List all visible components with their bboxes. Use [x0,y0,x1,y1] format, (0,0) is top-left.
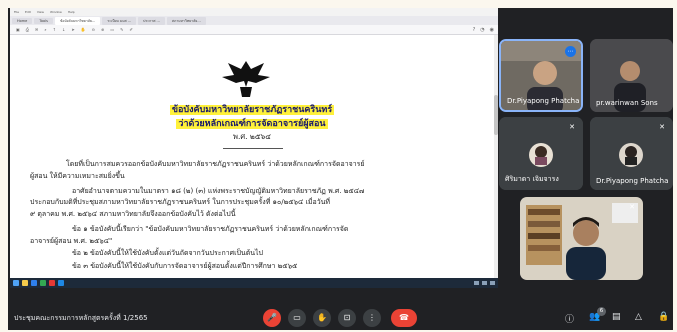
tab-document[interactable]: ประกาศ ... [138,16,165,25]
camera-toggle-button[interactable]: ▭ [288,309,306,327]
people-count-badge: 6 [597,307,606,316]
word-icon[interactable] [58,280,64,286]
activities-icon[interactable]: △ [635,312,642,322]
mic-off-icon: ✕ [569,123,575,131]
self-view-tile[interactable]: ✕ [520,197,643,280]
present-button[interactable]: ⊡ [338,309,356,327]
paragraph-line: อาศัยอำนาจตามความในมาตรา ๑๘ (๒) (๓) แห่ง… [72,187,365,195]
toolbar-right: ? ◔ ◉ [473,27,494,33]
tab-document[interactable]: สภามหาวิทยาลัย... [166,16,206,25]
sign-icon[interactable]: ✐ [130,27,133,32]
pdf-toolbar: ▣ ⎙ ✉ ⌕ ↑ ↓ ➤ ✋ ⊖ ⊕ ▭ ✎ ✐ ? ◔ ◉ [10,25,498,35]
system-tray [474,281,495,285]
email-icon[interactable]: ✉ [35,27,38,32]
document-subtitle: ว่าด้วยหลักเกณฑ์การจัดอาจารย์ผู้สอน [176,119,328,129]
shared-screen: File Edit View Window Help Home Tools ข้… [10,8,498,288]
participant-name: ศิริมาดา เจิมจารง [505,175,559,183]
participant-tile[interactable]: ⋯ Dr.Piyapong Phatcha [499,39,583,112]
participant-tile[interactable]: ✕ Dr.Piyapong Phatcha [590,117,673,190]
edge-icon[interactable] [31,280,37,286]
chat-icon[interactable]: ▤ [612,312,621,322]
call-controls: ประชุมคณะกรรมการหลักสูตรครั้งที่ 1/2565 … [8,306,673,330]
document-tabs: Home Tools ข้อบังคับมหาวิทยาลัย... ระเบี… [10,16,498,25]
tab-document[interactable]: ระเบียบ มมส ... [102,16,137,25]
title-divider [223,148,283,149]
file-explorer-icon[interactable] [22,280,28,286]
vertical-scrollbar[interactable] [494,35,498,278]
tab-home[interactable]: Home [12,17,33,24]
windows-taskbar [10,278,498,288]
meet-window: File Edit View Window Help Home Tools ข้… [8,8,673,330]
paragraph-line: โดยที่เป็นการสมควรออกข้อบังคับมหาวิทยาลั… [66,160,365,168]
acrobat-icon[interactable] [49,280,55,286]
end-call-button[interactable]: ☎ [391,309,417,327]
self-view-video [520,197,643,280]
search-icon[interactable]: ⌕ [44,27,46,32]
participant-tile[interactable]: pr.warinwan Sons [590,39,673,112]
scrollbar-thumb[interactable] [494,95,498,135]
zoom-out-icon[interactable]: ⊖ [92,27,95,32]
print-icon[interactable]: ⎙ [26,27,29,32]
paragraph-line: ผู้สอน ให้มีความเหมาะสมยิ่งขึ้น [30,172,125,180]
chrome-icon[interactable] [40,280,46,286]
app-menubar: File Edit View Window Help [10,8,498,16]
page-down-icon[interactable]: ↓ [62,27,65,32]
document-year: พ.ศ. ๒๕๖๔ [233,132,271,141]
tray-icon [490,281,495,285]
tray-icon [482,281,487,285]
page-up-icon[interactable]: ↑ [53,27,56,32]
document-title: ข้อบังคับมหาวิทยาลัยราชภัฏราชนครินทร์ [169,105,335,115]
pen-icon[interactable]: ✎ [120,27,123,32]
hand-tool-icon[interactable]: ✋ [81,27,86,32]
signin-icon[interactable]: ◉ [490,27,494,33]
more-options-button[interactable]: ⋮ [363,309,381,327]
mic-off-icon: ✕ [629,203,635,211]
select-tool-icon[interactable]: ➤ [71,27,74,32]
menu-file[interactable]: File [14,10,19,14]
menu-help[interactable]: Help [68,10,75,14]
paragraph-line: ประกอบกับมติที่ประชุมสภามหาวิทยาลัยราชภั… [30,198,331,206]
tab-document-active[interactable]: ข้อบังคับมหาวิทยาลัย... [54,16,101,25]
host-controls-icon[interactable]: 🔒 [658,312,669,322]
menu-window[interactable]: Window [50,10,62,14]
paragraph-line: อาจารย์ผู้สอน พ.ศ. ๒๕๖๔" [30,237,113,245]
paragraph-line: ข้อ ๑ ข้อบังคับนี้เรียกว่า "ข้อบังคับมหา… [72,225,349,233]
bell-icon[interactable]: ◔ [480,27,484,33]
paragraph-line: ๙ ตุลาคม พ.ศ. ๒๕๖๔ สภามหาวิทยาลัยจึงออกข… [30,210,236,218]
windows-start-icon[interactable] [13,280,19,286]
participant-name: Dr.Piyapong Phatcha [596,177,669,185]
garuda-emblem-icon [222,61,270,97]
mic-toggle-button[interactable]: 🎤 [263,309,281,327]
menu-view[interactable]: View [37,10,44,14]
paragraph-line: ข้อ ๓ ข้อบังคับนี้ให้ใช้บังคับกับการจัดอ… [72,262,298,270]
paragraph-line: ข้อ ๒ ข้อบังคับนี้ให้ใช้บังคับตั้งแต่วัน… [72,249,264,257]
tray-icon [474,281,479,285]
raise-hand-button[interactable]: ✋ [313,309,331,327]
menu-edit[interactable]: Edit [25,10,31,14]
comment-icon[interactable]: ▭ [110,27,114,32]
pdf-page: ข้อบังคับมหาวิทยาลัยราชภัฏราชนครินทร์ ว่… [10,35,494,278]
participant-name: Dr.Piyapong Phatcha [507,97,580,105]
help-icon[interactable]: ? [473,27,476,33]
info-icon[interactable]: ⓘ [565,312,574,325]
save-icon[interactable]: ▣ [16,27,20,32]
meeting-title: ประชุมคณะกรรมการหลักสูตรครั้งที่ 1/2565 [14,314,148,322]
more-options-icon[interactable]: ⋯ [565,46,576,57]
mic-off-icon: ✕ [659,123,665,131]
tab-tools[interactable]: Tools [34,17,53,24]
participant-tile[interactable]: ✕ ศิริมาดา เจิมจารง [499,117,583,190]
participant-name: pr.warinwan Sons [596,99,658,107]
zoom-in-icon[interactable]: ⊕ [101,27,104,32]
